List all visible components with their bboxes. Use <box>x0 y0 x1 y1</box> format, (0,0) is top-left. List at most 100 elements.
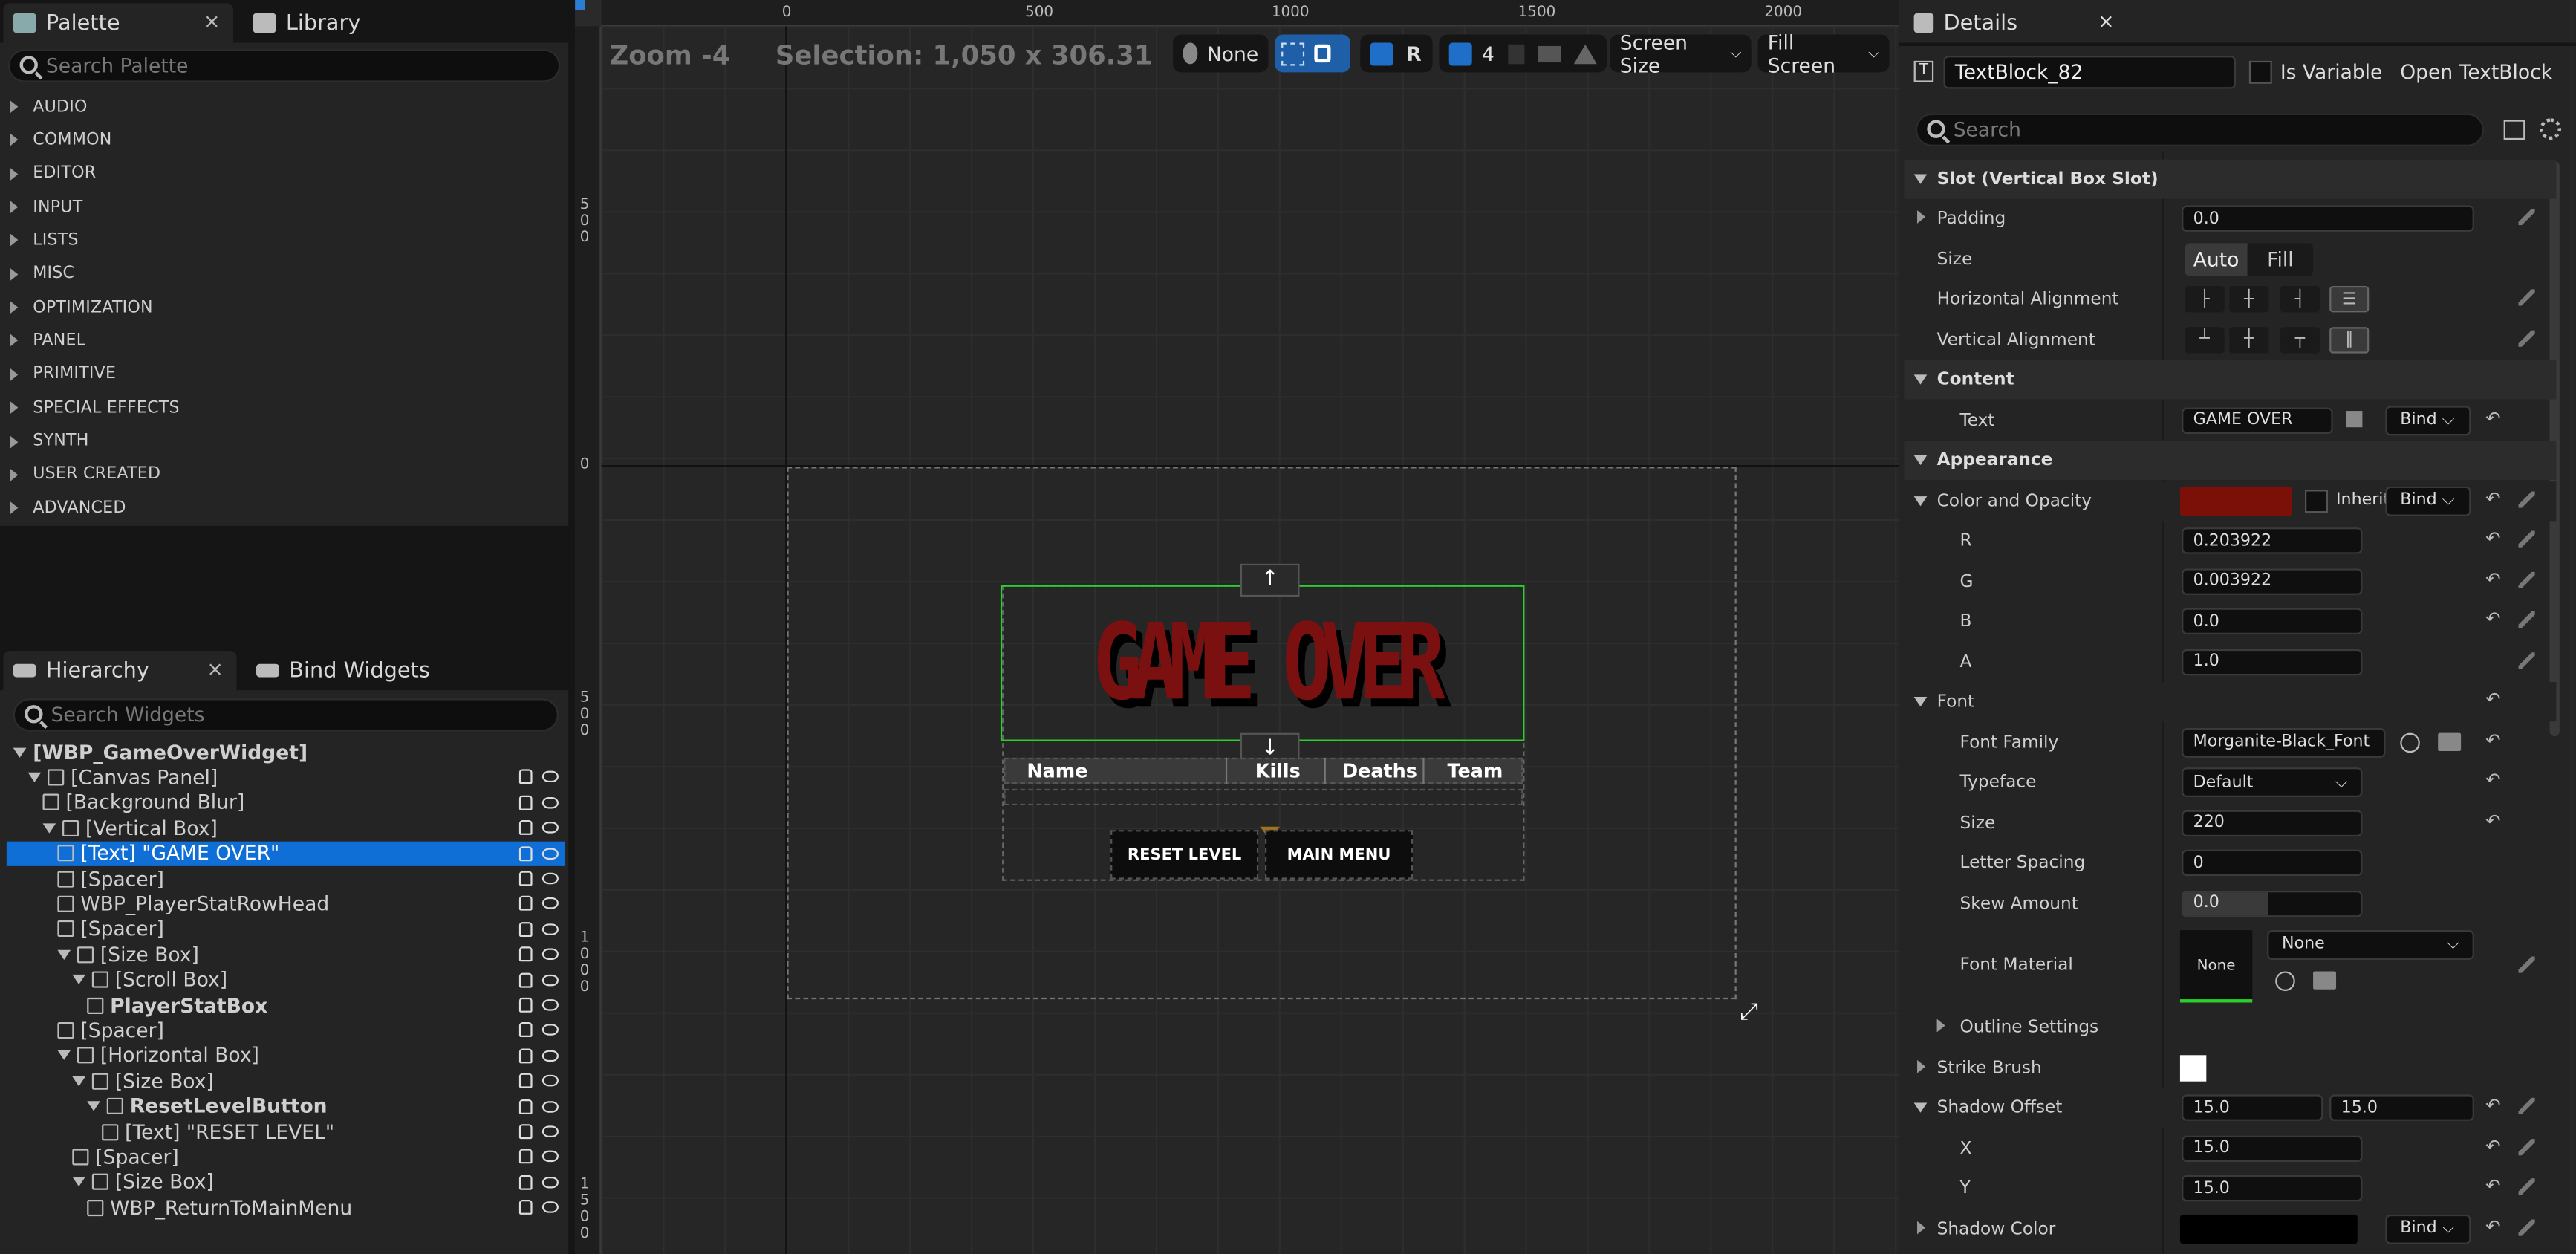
visibility-eye-icon[interactable] <box>541 822 559 834</box>
close-icon[interactable]: × <box>204 10 220 33</box>
pin-icon[interactable] <box>2518 611 2535 628</box>
pin-icon[interactable] <box>2518 571 2535 588</box>
visibility-eye-icon[interactable] <box>541 999 559 1011</box>
typeface-dropdown[interactable]: Default ⌵ <box>2182 767 2363 797</box>
tab-bind-widgets[interactable]: Bind Widgets <box>247 651 443 690</box>
gear-icon[interactable] <box>2540 118 2562 140</box>
r-input[interactable]: 0.203922 <box>2182 527 2363 554</box>
size-auto-button[interactable]: Auto <box>2185 242 2248 276</box>
lock-icon[interactable] <box>518 845 533 861</box>
pin-icon[interactable] <box>2518 1097 2535 1114</box>
lock-icon[interactable] <box>518 972 533 987</box>
dashed-outline-icon[interactable] <box>1281 42 1305 65</box>
palette-category[interactable]: LISTS <box>0 224 568 257</box>
pin-icon[interactable] <box>2518 490 2535 507</box>
browse-icon[interactable] <box>2400 732 2420 753</box>
visibility-eye-icon[interactable] <box>541 923 559 935</box>
layout-icon[interactable] <box>1370 42 1393 65</box>
reset-icon[interactable]: ↶ <box>2485 1217 2502 1235</box>
reset-icon[interactable]: ↶ <box>2485 690 2502 708</box>
lock-icon[interactable] <box>518 921 533 937</box>
reset-icon[interactable]: ↶ <box>2485 610 2502 628</box>
arrow-up-icon[interactable]: ↑ <box>1240 563 1300 597</box>
section-appearance[interactable]: Appearance <box>1904 440 2557 481</box>
row-color-opacity[interactable]: Color and Opacity Inherit Bind ⌵ ↶ <box>1904 481 2557 522</box>
x-input[interactable]: 15.0 <box>2182 1134 2363 1161</box>
lock-icon[interactable] <box>518 1047 533 1063</box>
lock-icon[interactable] <box>518 896 533 912</box>
visibility-eye-icon[interactable] <box>541 771 559 783</box>
pin-icon[interactable] <box>2518 1138 2535 1155</box>
hierarchy-row[interactable]: [Vertical Box] <box>7 816 565 841</box>
lock-icon[interactable] <box>518 770 533 785</box>
expand-arrow-icon[interactable] <box>27 772 42 783</box>
is-variable-checkbox[interactable] <box>2248 60 2272 84</box>
browse-icon[interactable] <box>2275 971 2295 992</box>
resize-handle-icon[interactable]: ⤢ <box>1740 1001 1760 1024</box>
palette-search-input[interactable]: Search Palette <box>8 49 561 82</box>
expand-arrow-icon[interactable] <box>1936 1019 1945 1033</box>
hierarchy-search-input[interactable]: Search Widgets <box>13 698 559 732</box>
valign-fill-icon[interactable]: ‖ <box>2329 326 2370 353</box>
section-slot[interactable]: Slot (Vertical Box Slot) <box>1904 158 2557 199</box>
skew-slider[interactable]: 0.0 <box>2182 889 2363 917</box>
lock-icon[interactable] <box>518 1099 533 1114</box>
hierarchy-row[interactable]: [Spacer] <box>7 917 565 942</box>
shadow-offset-x[interactable]: 15.0 <box>2182 1094 2323 1121</box>
visibility-eye-icon[interactable] <box>541 1125 559 1137</box>
tab-details[interactable]: Details × <box>1904 3 2144 43</box>
hierarchy-row[interactable]: ResetLevelButton <box>7 1094 565 1119</box>
expand-arrow-icon[interactable] <box>72 1177 86 1188</box>
letter-spacing-input[interactable]: 0 <box>2182 849 2363 877</box>
grid-count[interactable]: 4 <box>1482 42 1494 65</box>
palette-category[interactable]: MISC <box>0 258 568 290</box>
flag-icon[interactable] <box>2346 409 2363 427</box>
a-input[interactable]: 1.0 <box>2182 648 2363 675</box>
expand-arrow-icon[interactable] <box>72 975 86 985</box>
font-size-input[interactable]: 220 <box>2182 809 2363 836</box>
align-right-icon[interactable]: ┤ <box>2280 285 2320 313</box>
reset-icon[interactable]: ↶ <box>2485 489 2502 507</box>
visibility-eye-icon[interactable] <box>541 1201 559 1214</box>
align-left-icon[interactable]: ├ <box>2185 285 2225 313</box>
palette-category[interactable]: SPECIAL EFFECTS <box>0 392 568 424</box>
lock-icon[interactable] <box>518 997 533 1013</box>
valign-top-icon[interactable]: ┴ <box>2185 326 2225 353</box>
row-font[interactable]: Font ↶ <box>1904 682 2557 723</box>
section-content[interactable]: Content <box>1904 360 2557 400</box>
triangle-icon[interactable] <box>1573 43 1596 64</box>
expand-arrow-icon[interactable] <box>42 823 56 834</box>
palette-category[interactable]: USER CREATED <box>0 458 568 491</box>
hierarchy-row[interactable]: WBP_ReturnToMainMenu <box>7 1195 565 1221</box>
main-menu-button[interactable]: MAIN MENU <box>1265 830 1414 880</box>
expand-arrow-icon[interactable] <box>1917 210 1926 224</box>
pin-icon[interactable] <box>2518 329 2535 346</box>
font-family-dropdown[interactable]: Morganite-Black_Font <box>2182 727 2386 757</box>
palette-category[interactable]: COMMON <box>0 124 568 157</box>
pin-icon[interactable] <box>2518 530 2535 548</box>
shadow-color-swatch[interactable] <box>2179 1213 2358 1244</box>
scroll-box-bounds[interactable] <box>1004 788 1523 806</box>
palette-category[interactable]: PRIMITIVE <box>0 358 568 391</box>
pin-icon[interactable] <box>2518 1218 2535 1235</box>
lock-icon[interactable] <box>518 795 533 810</box>
valign-bottom-icon[interactable]: ┬ <box>2280 326 2320 353</box>
visibility-eye-icon[interactable] <box>541 973 559 986</box>
size-fill-button[interactable]: Fill <box>2247 242 2314 276</box>
fill-screen-dropdown[interactable]: Fill Screen ⌵ <box>1757 30 1890 77</box>
reset-icon[interactable]: ↶ <box>2485 730 2502 748</box>
reset-icon[interactable]: ↶ <box>2485 409 2502 426</box>
folder-search-icon[interactable] <box>2313 971 2337 990</box>
lock-icon[interactable] <box>518 1149 533 1165</box>
palette-category[interactable]: OPTIMIZATION <box>0 291 568 324</box>
layout-toggle-group[interactable] <box>1275 34 1351 73</box>
folder-search-icon[interactable] <box>2438 732 2462 750</box>
respect-lock-group[interactable]: R <box>1360 34 1433 73</box>
table-view-icon[interactable] <box>2503 120 2525 140</box>
hierarchy-row[interactable]: [Size Box] <box>7 942 565 967</box>
locale-button[interactable]: None <box>1173 34 1269 73</box>
hierarchy-row[interactable]: WBP_PlayerStatRowHead <box>7 891 565 917</box>
lock-icon[interactable] <box>518 1022 533 1038</box>
visibility-eye-icon[interactable] <box>541 897 559 910</box>
palette-category[interactable]: AUDIO <box>0 91 568 123</box>
